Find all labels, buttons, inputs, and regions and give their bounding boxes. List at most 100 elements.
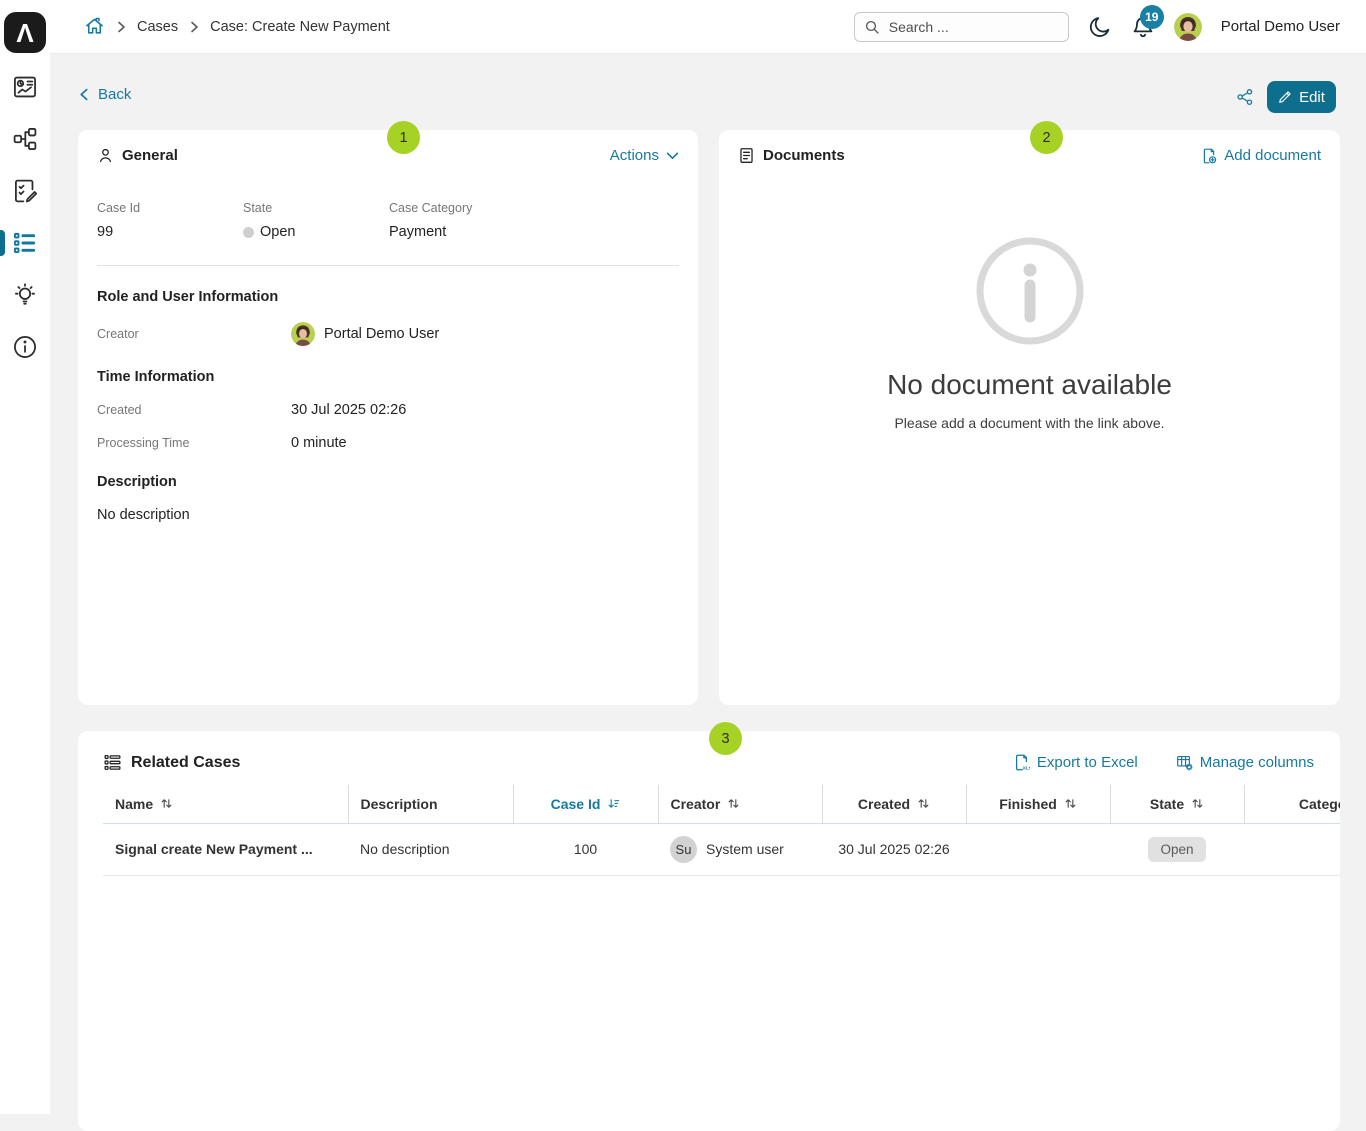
sidebar-item-about[interactable] — [0, 321, 50, 373]
documents-card-title: Documents — [738, 147, 845, 164]
app-logo-letter: Λ — [16, 20, 33, 46]
manage-columns-label: Manage columns — [1200, 754, 1314, 771]
dashboard-icon — [12, 74, 38, 100]
edit-label: Edit — [1299, 89, 1325, 106]
created-value: 30 Jul 2025 02:26 — [291, 402, 406, 418]
table-header-row: Name Description Case Id — [103, 785, 1340, 823]
column-header-created[interactable]: Created — [822, 785, 966, 823]
processing-row: Processing Time 0 minute — [97, 435, 679, 451]
creator-value: Portal Demo User — [324, 326, 439, 342]
cases-icon — [12, 230, 38, 256]
search-input[interactable] — [887, 18, 1059, 36]
case-id-value: 99 — [97, 224, 243, 240]
creator-label: Creator — [97, 327, 291, 341]
search-icon — [864, 19, 880, 35]
documents-title-text: Documents — [763, 147, 845, 164]
topbar-right: 19 Portal Demo User — [854, 12, 1340, 42]
field-state: State Open — [243, 201, 389, 240]
info-circle-icon — [974, 235, 1086, 347]
column-header-description[interactable]: Description — [348, 785, 513, 823]
column-header-finished[interactable]: Finished — [966, 785, 1110, 823]
sort-descending-icon — [607, 797, 620, 810]
sidebar-item-processes[interactable] — [0, 113, 50, 165]
creator-avatar — [291, 322, 315, 346]
processing-time-value: 0 minute — [291, 435, 347, 451]
add-document-icon — [1201, 148, 1217, 164]
chevron-left-icon — [78, 88, 91, 101]
column-header-creator[interactable]: Creator — [658, 785, 822, 823]
sort-icon — [1064, 797, 1077, 810]
related-cases-header: Related Cases XLS Export to Excel — [78, 753, 1340, 772]
manage-columns-link[interactable]: Manage columns — [1176, 754, 1314, 771]
cell-category — [1244, 823, 1340, 875]
related-cases-card: 3 Related Cases — [78, 731, 1340, 1131]
breadcrumb: Cases Case: Create New Payment — [84, 16, 390, 37]
state-dot-icon — [243, 227, 254, 238]
field-category: Case Category Payment — [389, 201, 472, 240]
related-cases-actions: XLS Export to Excel Manage columns — [1013, 754, 1314, 771]
cell-description: No description — [348, 823, 513, 875]
documents-card: 2 Documents Add document — [719, 130, 1340, 705]
add-document-link[interactable]: Add document — [1201, 147, 1321, 164]
columns-gear-icon — [1176, 754, 1193, 771]
created-row: Created 30 Jul 2025 02:26 — [97, 402, 679, 418]
svg-text:XLS: XLS — [1022, 766, 1029, 771]
general-card-title: General — [97, 147, 178, 164]
excel-export-icon: XLS — [1013, 754, 1030, 771]
sidebar-item-dashboard[interactable] — [0, 61, 50, 113]
state-label: State — [243, 201, 389, 215]
category-value: Payment — [389, 224, 472, 240]
related-cases-title-text: Related Cases — [131, 754, 240, 772]
back-label: Back — [98, 86, 131, 103]
actions-dropdown[interactable]: Actions — [610, 147, 679, 164]
table-row[interactable]: Signal create New Payment ... No descrip… — [103, 823, 1340, 875]
cell-creator: Su System user — [658, 823, 822, 875]
back-button[interactable]: Back — [78, 86, 131, 103]
actions-label: Actions — [610, 147, 659, 164]
notification-count-badge: 19 — [1140, 5, 1164, 29]
general-title-text: General — [122, 147, 178, 164]
cell-name[interactable]: Signal create New Payment ... — [103, 823, 348, 875]
breadcrumb-cases[interactable]: Cases — [137, 19, 178, 35]
dark-mode-toggle[interactable] — [1088, 15, 1112, 39]
cell-created: 30 Jul 2025 02:26 — [822, 823, 966, 875]
sidebar: Λ — [0, 0, 50, 1114]
notifications-bell[interactable]: 19 — [1131, 15, 1155, 39]
cell-case-id: 100 — [513, 823, 658, 875]
creator-initials-avatar: Su — [670, 836, 697, 863]
sidebar-item-tasks[interactable] — [0, 165, 50, 217]
cell-finished — [966, 823, 1110, 875]
sort-icon — [160, 797, 173, 810]
description-title: Description — [97, 474, 679, 490]
documents-card-header: Documents Add document — [738, 147, 1321, 164]
divider — [97, 265, 679, 266]
topbar: Cases Case: Create New Payment 19 — [50, 0, 1366, 54]
column-header-name[interactable]: Name — [103, 785, 348, 823]
app-logo[interactable]: Λ — [4, 12, 46, 53]
step-badge-1: 1 — [387, 121, 420, 154]
general-card: 1 General Actions Case Id 99 State — [78, 130, 698, 705]
user-name[interactable]: Portal Demo User — [1221, 18, 1340, 35]
column-header-category[interactable]: Category — [1244, 785, 1340, 823]
description-value: No description — [97, 507, 679, 523]
info-icon — [12, 334, 38, 360]
add-document-hint: Please add a document with the link abov… — [719, 415, 1340, 431]
edit-button[interactable]: Edit — [1267, 81, 1336, 113]
sidebar-item-cases[interactable] — [0, 217, 50, 269]
documents-empty-state: No document available Please add a docum… — [719, 235, 1340, 431]
add-document-label: Add document — [1224, 147, 1321, 164]
sidebar-item-improvement[interactable] — [0, 269, 50, 321]
sidebar-nav — [0, 61, 50, 373]
document-icon — [738, 147, 755, 164]
state-value: Open — [260, 224, 295, 240]
home-icon[interactable] — [84, 16, 105, 37]
user-avatar[interactable] — [1174, 13, 1202, 41]
column-header-case-id[interactable]: Case Id — [513, 785, 658, 823]
created-label: Created — [97, 403, 291, 417]
column-header-state[interactable]: State — [1110, 785, 1244, 823]
cell-state: Open — [1110, 823, 1244, 875]
creator-row: Creator Portal Demo User — [97, 322, 679, 346]
pencil-icon — [1278, 90, 1292, 104]
share-icon[interactable] — [1236, 88, 1254, 106]
export-to-excel-link[interactable]: XLS Export to Excel — [1013, 754, 1138, 771]
